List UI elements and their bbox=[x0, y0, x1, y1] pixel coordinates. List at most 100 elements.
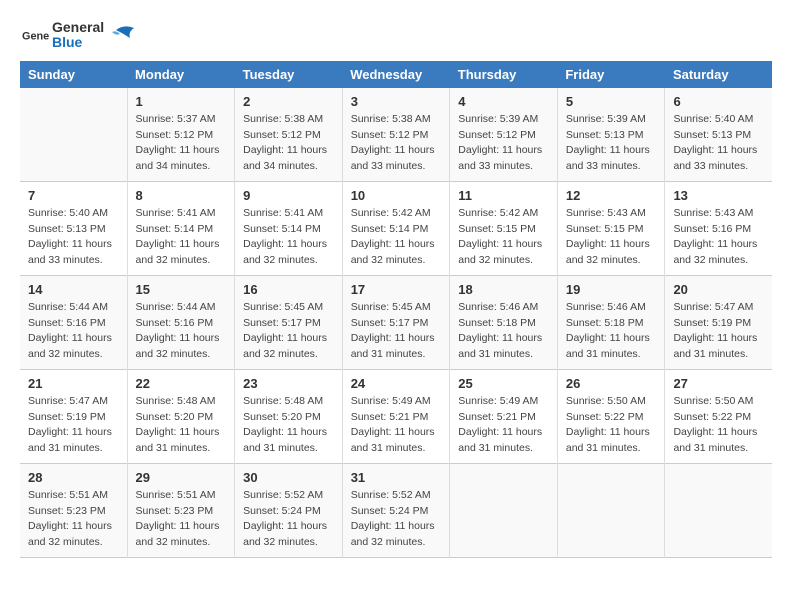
week-row-3: 14Sunrise: 5:44 AM Sunset: 5:16 PM Dayli… bbox=[20, 275, 772, 369]
svg-text:General: General bbox=[22, 31, 50, 43]
calendar-cell: 4Sunrise: 5:39 AM Sunset: 5:12 PM Daylig… bbox=[450, 88, 558, 182]
calendar-cell bbox=[557, 463, 665, 557]
day-number: 16 bbox=[243, 282, 334, 297]
logo-blue: Blue bbox=[52, 35, 104, 50]
calendar-cell: 26 Sunrise: 5:50 AM Sunset: 5:22 PM Dayli… bbox=[557, 369, 665, 463]
calendar-cell: 2Sunrise: 5:38 AM Sunset: 5:12 PM Daylig… bbox=[235, 88, 343, 182]
day-details: Sunrise: 5:44 AM Sunset: 5:16 PM Dayligh… bbox=[28, 300, 119, 363]
day-details: Sunrise: 5:39 AM Sunset: 5:13 PM Dayligh… bbox=[566, 112, 657, 175]
day-details: Sunrise: 5:43 AM Sunset: 5:15 PM Dayligh… bbox=[566, 206, 657, 269]
header-cell-thursday: Thursday bbox=[450, 61, 558, 88]
day-number: 5 bbox=[566, 94, 657, 109]
logo-general: General bbox=[52, 20, 104, 35]
calendar-cell: 12 Sunrise: 5:43 AM Sunset: 5:15 PM Dayli… bbox=[557, 181, 665, 275]
day-number: 26 bbox=[566, 376, 657, 391]
day-details: Sunrise: 5:40 AM Sunset: 5:13 PM Dayligh… bbox=[28, 206, 119, 269]
calendar-table: SundayMondayTuesdayWednesdayThursdayFrid… bbox=[20, 61, 772, 558]
day-details: Sunrise: 5:38 AM Sunset: 5:12 PM Dayligh… bbox=[243, 112, 334, 175]
day-details: Sunrise: 5:42 AM Sunset: 5:14 PM Dayligh… bbox=[351, 206, 442, 269]
day-details: Sunrise: 5:37 AM Sunset: 5:12 PM Dayligh… bbox=[136, 112, 227, 175]
day-details: Sunrise: 5:42 AM Sunset: 5:15 PM Dayligh… bbox=[458, 206, 549, 269]
day-number: 20 bbox=[673, 282, 764, 297]
header-cell-tuesday: Tuesday bbox=[235, 61, 343, 88]
calendar-cell: 25Sunrise: 5:49 AM Sunset: 5:21 PM Dayli… bbox=[450, 369, 558, 463]
day-details: Sunrise: 5:48 AM Sunset: 5:20 PM Dayligh… bbox=[136, 394, 227, 457]
day-details: Sunrise: 5:40 AM Sunset: 5:13 PM Dayligh… bbox=[673, 112, 764, 175]
week-row-1: 1 Sunrise: 5:37 AM Sunset: 5:12 PM Daylig… bbox=[20, 88, 772, 182]
logo-icon: General bbox=[22, 24, 50, 46]
calendar-cell: 24 Sunrise: 5:49 AM Sunset: 5:21 PM Dayli… bbox=[342, 369, 450, 463]
header-cell-sunday: Sunday bbox=[20, 61, 127, 88]
calendar-cell: 29 Sunrise: 5:51 AM Sunset: 5:23 PM Dayli… bbox=[127, 463, 235, 557]
calendar-cell: 11 Sunrise: 5:42 AM Sunset: 5:15 PM Dayli… bbox=[450, 181, 558, 275]
calendar-cell: 27 Sunrise: 5:50 AM Sunset: 5:22 PM Dayli… bbox=[665, 369, 772, 463]
day-number: 25 bbox=[458, 376, 549, 391]
day-number: 17 bbox=[351, 282, 442, 297]
day-details: Sunrise: 5:41 AM Sunset: 5:14 PM Dayligh… bbox=[136, 206, 227, 269]
calendar-cell: 14Sunrise: 5:44 AM Sunset: 5:16 PM Dayli… bbox=[20, 275, 127, 369]
day-number: 28 bbox=[28, 470, 119, 485]
calendar-cell: 3Sunrise: 5:38 AM Sunset: 5:12 PM Daylig… bbox=[342, 88, 450, 182]
calendar-cell bbox=[450, 463, 558, 557]
day-number: 15 bbox=[136, 282, 227, 297]
header-cell-saturday: Saturday bbox=[665, 61, 772, 88]
day-details: Sunrise: 5:47 AM Sunset: 5:19 PM Dayligh… bbox=[28, 394, 119, 457]
calendar-cell: 19 Sunrise: 5:46 AM Sunset: 5:18 PM Dayli… bbox=[557, 275, 665, 369]
calendar-cell: 28 Sunrise: 5:51 AM Sunset: 5:23 PM Dayli… bbox=[20, 463, 127, 557]
day-number: 7 bbox=[28, 188, 119, 203]
day-number: 10 bbox=[351, 188, 442, 203]
calendar-cell: 1 Sunrise: 5:37 AM Sunset: 5:12 PM Daylig… bbox=[127, 88, 235, 182]
calendar-cell: 13 Sunrise: 5:43 AM Sunset: 5:16 PM Dayli… bbox=[665, 181, 772, 275]
day-details: Sunrise: 5:50 AM Sunset: 5:22 PM Dayligh… bbox=[566, 394, 657, 457]
day-details: Sunrise: 5:47 AM Sunset: 5:19 PM Dayligh… bbox=[673, 300, 764, 363]
day-details: Sunrise: 5:52 AM Sunset: 5:24 PM Dayligh… bbox=[243, 488, 334, 551]
calendar-cell: 20 Sunrise: 5:47 AM Sunset: 5:19 PM Dayli… bbox=[665, 275, 772, 369]
day-number: 29 bbox=[136, 470, 227, 485]
day-details: Sunrise: 5:45 AM Sunset: 5:17 PM Dayligh… bbox=[351, 300, 442, 363]
day-details: Sunrise: 5:46 AM Sunset: 5:18 PM Dayligh… bbox=[566, 300, 657, 363]
calendar-cell: 30 Sunrise: 5:52 AM Sunset: 5:24 PM Dayli… bbox=[235, 463, 343, 557]
calendar-cell: 5 Sunrise: 5:39 AM Sunset: 5:13 PM Daylig… bbox=[557, 88, 665, 182]
week-row-4: 21 Sunrise: 5:47 AM Sunset: 5:19 PM Dayli… bbox=[20, 369, 772, 463]
day-number: 27 bbox=[673, 376, 764, 391]
calendar-cell: 9 Sunrise: 5:41 AM Sunset: 5:14 PM Daylig… bbox=[235, 181, 343, 275]
day-details: Sunrise: 5:48 AM Sunset: 5:20 PM Dayligh… bbox=[243, 394, 334, 457]
calendar-cell: 10 Sunrise: 5:42 AM Sunset: 5:14 PM Dayli… bbox=[342, 181, 450, 275]
day-number: 11 bbox=[458, 188, 549, 203]
day-number: 9 bbox=[243, 188, 334, 203]
day-number: 1 bbox=[136, 94, 227, 109]
header-cell-wednesday: Wednesday bbox=[342, 61, 450, 88]
day-details: Sunrise: 5:45 AM Sunset: 5:17 PM Dayligh… bbox=[243, 300, 334, 363]
day-details: Sunrise: 5:52 AM Sunset: 5:24 PM Dayligh… bbox=[351, 488, 442, 551]
calendar-cell: 16 Sunrise: 5:45 AM Sunset: 5:17 PM Dayli… bbox=[235, 275, 343, 369]
day-number: 23 bbox=[243, 376, 334, 391]
day-number: 8 bbox=[136, 188, 227, 203]
day-number: 24 bbox=[351, 376, 442, 391]
day-details: Sunrise: 5:50 AM Sunset: 5:22 PM Dayligh… bbox=[673, 394, 764, 457]
day-details: Sunrise: 5:51 AM Sunset: 5:23 PM Dayligh… bbox=[136, 488, 227, 551]
day-details: Sunrise: 5:41 AM Sunset: 5:14 PM Dayligh… bbox=[243, 206, 334, 269]
logo-bird-icon bbox=[106, 22, 136, 48]
day-number: 19 bbox=[566, 282, 657, 297]
calendar-cell: 21 Sunrise: 5:47 AM Sunset: 5:19 PM Dayli… bbox=[20, 369, 127, 463]
header-cell-monday: Monday bbox=[127, 61, 235, 88]
day-details: Sunrise: 5:44 AM Sunset: 5:16 PM Dayligh… bbox=[136, 300, 227, 363]
day-details: Sunrise: 5:38 AM Sunset: 5:12 PM Dayligh… bbox=[351, 112, 442, 175]
header-cell-friday: Friday bbox=[557, 61, 665, 88]
calendar-cell: 17 Sunrise: 5:45 AM Sunset: 5:17 PM Dayli… bbox=[342, 275, 450, 369]
calendar-cell: 22 Sunrise: 5:48 AM Sunset: 5:20 PM Dayli… bbox=[127, 369, 235, 463]
day-number: 13 bbox=[673, 188, 764, 203]
day-number: 30 bbox=[243, 470, 334, 485]
day-number: 18 bbox=[458, 282, 549, 297]
calendar-cell bbox=[665, 463, 772, 557]
calendar-cell: 6Sunrise: 5:40 AM Sunset: 5:13 PM Daylig… bbox=[665, 88, 772, 182]
day-details: Sunrise: 5:49 AM Sunset: 5:21 PM Dayligh… bbox=[351, 394, 442, 457]
day-details: Sunrise: 5:43 AM Sunset: 5:16 PM Dayligh… bbox=[673, 206, 764, 269]
day-details: Sunrise: 5:46 AM Sunset: 5:18 PM Dayligh… bbox=[458, 300, 549, 363]
day-details: Sunrise: 5:51 AM Sunset: 5:23 PM Dayligh… bbox=[28, 488, 119, 551]
week-row-2: 7 Sunrise: 5:40 AM Sunset: 5:13 PM Daylig… bbox=[20, 181, 772, 275]
day-number: 22 bbox=[136, 376, 227, 391]
day-number: 21 bbox=[28, 376, 119, 391]
day-number: 12 bbox=[566, 188, 657, 203]
calendar-cell: 18 Sunrise: 5:46 AM Sunset: 5:18 PM Dayli… bbox=[450, 275, 558, 369]
